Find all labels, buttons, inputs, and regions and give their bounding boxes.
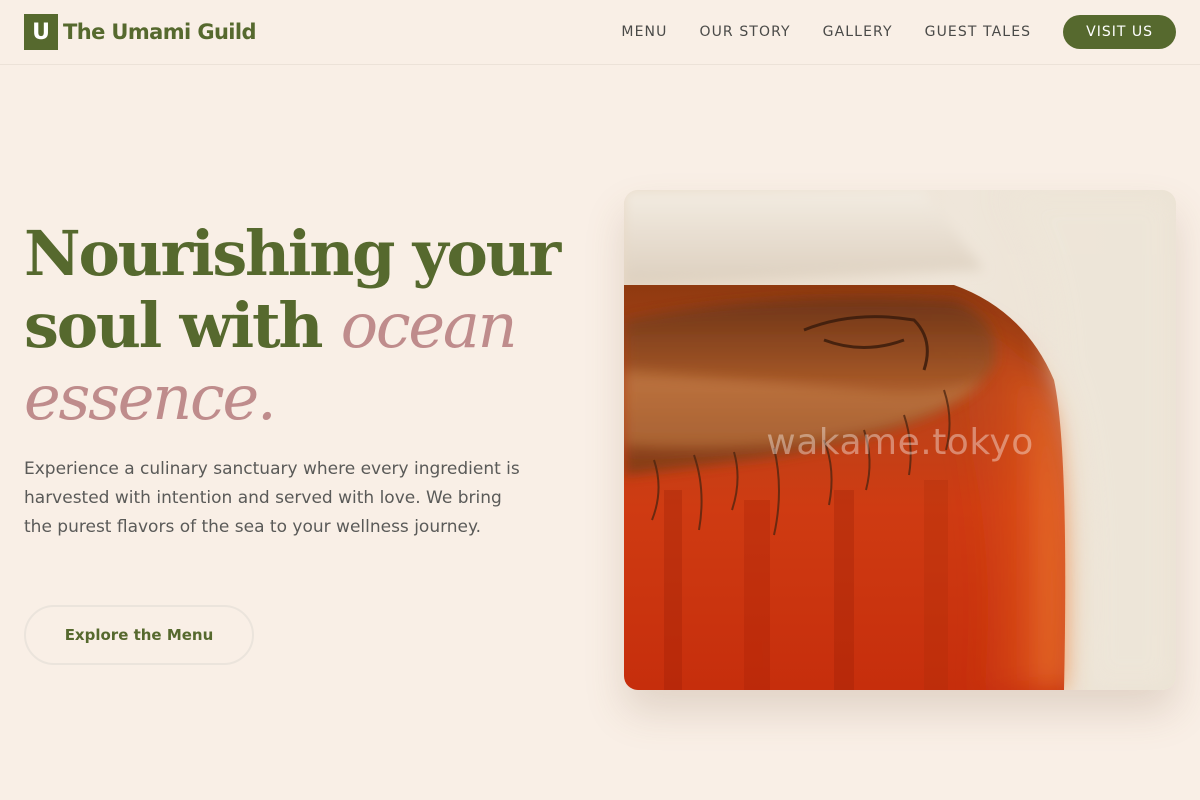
image-watermark: wakame.tokyo — [766, 422, 1034, 463]
brand-mark-icon: U — [24, 14, 58, 50]
hero-description: Experience a culinary sanctuary where ev… — [24, 459, 520, 537]
visit-us-button[interactable]: VISIT US — [1063, 15, 1176, 49]
hero-title: Nourishing your soul with ocean essence. — [24, 218, 604, 434]
site-header: U The Umami Guild MENU OUR STORY GALLERY… — [0, 0, 1200, 65]
nav-link-guest-tales[interactable]: GUEST TALES — [925, 24, 1032, 40]
nav-link-menu[interactable]: MENU — [621, 24, 667, 40]
hero-image: wakame.tokyo — [624, 190, 1176, 690]
explore-menu-button[interactable]: Explore the Menu — [24, 605, 254, 665]
nav-link-our-story[interactable]: OUR STORY — [699, 24, 790, 40]
brand-name: The Umami Guild — [63, 20, 257, 44]
brand-logo[interactable]: U The Umami Guild — [24, 14, 257, 50]
main-nav: MENU OUR STORY GALLERY GUEST TALES VISIT… — [621, 15, 1176, 49]
nav-link-gallery[interactable]: GALLERY — [823, 24, 893, 40]
